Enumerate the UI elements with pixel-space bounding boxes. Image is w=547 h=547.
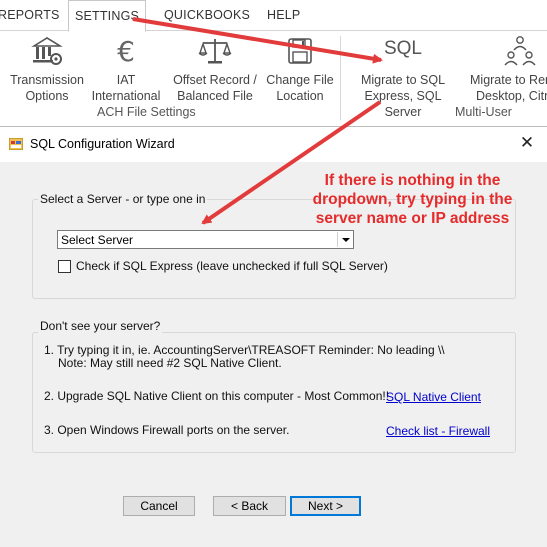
chevron-down-icon[interactable] — [337, 232, 352, 247]
balance-scale-icon — [198, 39, 232, 64]
server-select-combobox[interactable]: Select Server — [57, 230, 354, 249]
sql-express-checkbox[interactable] — [58, 260, 71, 273]
iat-line2: International — [91, 89, 161, 103]
ribbon: REPORTS SETTINGS QUICKBOOKS HELP Transmi… — [0, 0, 547, 126]
help-item-1-note: Note: May still need #2 SQL Native Clien… — [58, 356, 282, 370]
change-file-location-button[interactable]: Change File Location — [264, 34, 336, 104]
transmission-options-button[interactable]: Transmission Options — [6, 34, 88, 104]
change-file-line2: Location — [276, 89, 324, 103]
change-file-line1: Change File — [266, 73, 334, 87]
sql-icon: SQL — [383, 38, 423, 59]
help-group-label: Don't see your server? — [38, 319, 163, 333]
help-item-2: 2. Upgrade SQL Native Client on this com… — [44, 389, 390, 403]
iat-line1: IAT — [116, 73, 136, 87]
help-item-3: 3. Open Windows Firewall ports on the se… — [44, 423, 290, 437]
close-icon[interactable]: ✕ — [517, 133, 537, 153]
migrate-sql-line2: Express, SQL Server — [364, 89, 442, 119]
group-label-multi-user: Multi-User — [455, 105, 512, 119]
network-users-icon — [504, 36, 536, 66]
sql-express-checkbox-label: Check if SQL Express (leave unchecked if… — [76, 259, 388, 273]
dialog-title: SQL Configuration Wizard — [30, 137, 175, 151]
migrate-sql-button[interactable]: SQL Migrate to SQL Express, SQL Server — [348, 34, 458, 120]
server-select-value: Select Server — [61, 233, 134, 247]
offset-record-button[interactable]: Offset Record / Balanced File — [170, 34, 260, 104]
iat-international-button[interactable]: € IAT International — [88, 34, 164, 104]
transmission-line2: Options — [25, 89, 69, 103]
annotation-callout: If there is nothing in the dropdown, try… — [312, 172, 513, 227]
cancel-button[interactable]: Cancel — [123, 496, 195, 516]
offset-line1: Offset Record / — [173, 73, 257, 87]
tab-settings[interactable]: SETTINGS — [68, 0, 146, 32]
firewall-checklist-link[interactable]: Check list - Firewall — [386, 424, 490, 438]
dialog-titlebar: SQL Configuration Wizard ✕ — [0, 127, 547, 162]
back-button[interactable]: < Back — [213, 496, 286, 516]
app-window-icon — [9, 138, 23, 150]
migrate-rem-line1: Migrate to Rem — [470, 73, 547, 87]
euro-icon: € — [117, 35, 135, 68]
migrate-remote-desktop-button[interactable]: Migrate to Rem Desktop, Citr — [468, 34, 547, 104]
bank-gear-icon — [31, 37, 63, 65]
tab-quickbooks[interactable]: QUICKBOOKS — [164, 0, 250, 31]
tab-help[interactable]: HELP — [267, 0, 307, 31]
group-label-ach: ACH File Settings — [97, 105, 196, 119]
ribbon-group-separator — [340, 36, 341, 120]
migrate-sql-line1: Migrate to SQL — [360, 73, 446, 87]
svg-text:€: € — [117, 35, 135, 68]
server-group-label: Select a Server - or type one in — [38, 192, 208, 206]
next-button[interactable]: Next > — [290, 496, 361, 516]
sql-native-client-link[interactable]: SQL Native Client — [386, 390, 481, 404]
offset-line2: Balanced File — [177, 89, 253, 103]
transmission-line1: Transmission — [10, 73, 84, 87]
migrate-rem-line2: Desktop, Citr — [476, 89, 547, 103]
floppy-disk-icon — [288, 38, 312, 64]
help-item-1: 1. Try typing it in, ie. AccountingServe… — [44, 343, 445, 357]
ribbon-tab-bar: REPORTS SETTINGS QUICKBOOKS HELP — [0, 0, 547, 32]
tab-reports[interactable]: REPORTS — [0, 0, 59, 31]
